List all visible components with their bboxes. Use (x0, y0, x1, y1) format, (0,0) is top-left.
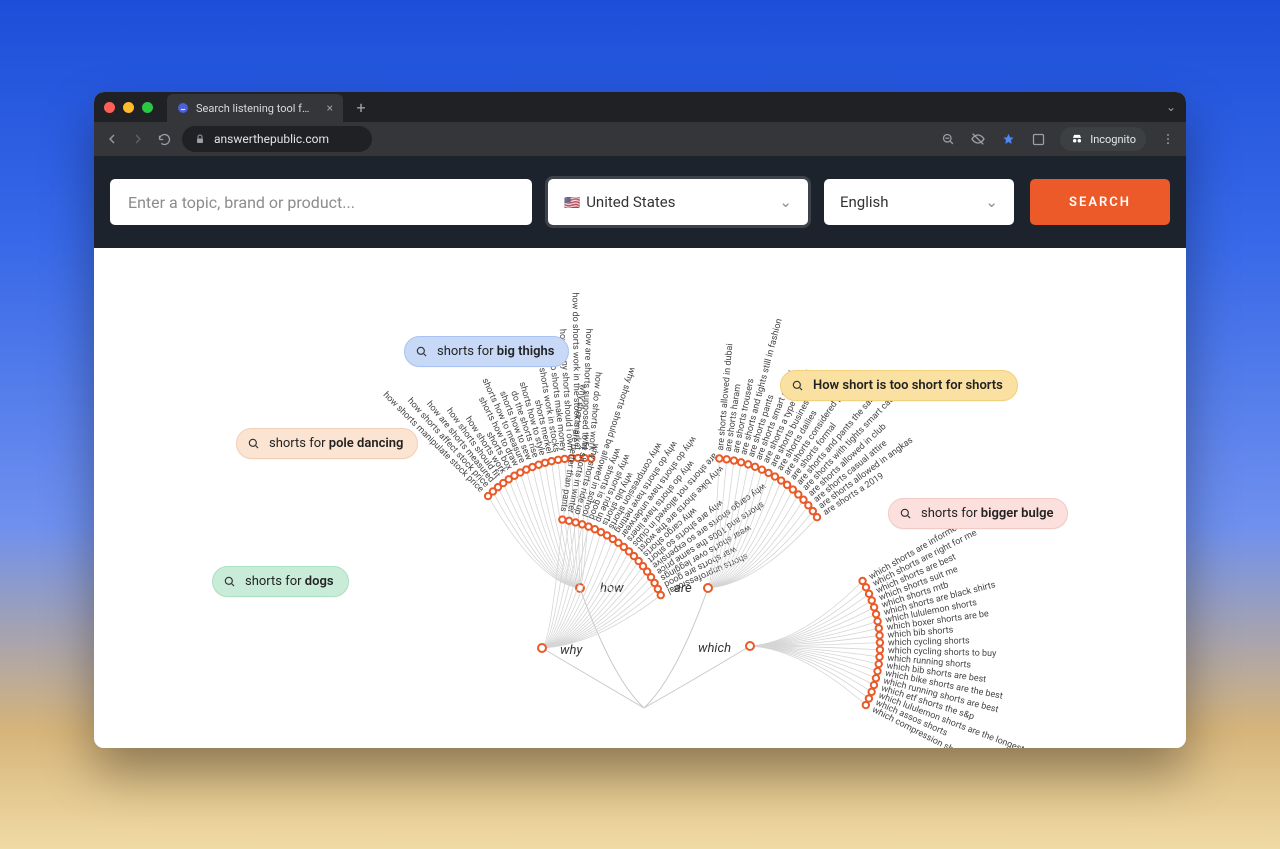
incognito-badge[interactable]: Incognito (1060, 127, 1146, 151)
bookmark-star-icon[interactable] (1000, 131, 1016, 147)
url-host: answerthepublic.com (214, 132, 329, 146)
svg-text:why: why (560, 643, 583, 658)
minimize-window-button[interactable] (123, 102, 134, 113)
callout-bigger-bulge[interactable]: shorts for bigger bulge (888, 498, 1068, 529)
topic-placeholder: Enter a topic, brand or product... (128, 193, 355, 212)
tabs-menu-icon[interactable]: ⌄ (1166, 100, 1176, 114)
maximize-window-button[interactable] (142, 102, 153, 113)
country-select[interactable]: 🇺🇸 United States ⌄ (548, 179, 808, 225)
tab-favicon (177, 102, 189, 114)
search-icon (791, 379, 805, 393)
search-icon (899, 507, 913, 521)
browser-window: Search listening tool for marke × + ⌄ an… (94, 92, 1186, 748)
incognito-icon (1070, 132, 1084, 146)
lock-icon (194, 133, 206, 145)
zoom-icon[interactable] (940, 131, 956, 147)
country-label: United States (586, 193, 675, 211)
callout-how-short[interactable]: How short is too short for shorts (780, 370, 1018, 401)
topic-input[interactable]: Enter a topic, brand or product... (110, 179, 532, 225)
search-icon (415, 345, 429, 359)
callout-dogs[interactable]: shorts for dogs (212, 566, 349, 597)
chevron-down-icon: ⌄ (985, 193, 998, 211)
close-window-button[interactable] (104, 102, 115, 113)
search-button[interactable]: SEARCH (1030, 179, 1170, 225)
svg-text:are: are (674, 581, 692, 596)
back-button[interactable] (104, 131, 120, 147)
address-bar[interactable]: answerthepublic.com (182, 126, 372, 152)
chevron-down-icon: ⌄ (779, 193, 792, 211)
search-icon (247, 437, 261, 451)
new-tab-button[interactable]: + (349, 95, 373, 119)
callout-big-thighs[interactable]: shorts for big thighs (404, 336, 569, 367)
language-label: English (840, 193, 889, 211)
incognito-label: Incognito (1090, 133, 1136, 146)
visualization-area: how shorts manipulate stock pricehow sho… (94, 248, 1186, 748)
flag-icon: 🇺🇸 (564, 196, 580, 211)
browser-tab[interactable]: Search listening tool for marke × (167, 94, 343, 122)
callout-pole-dancing[interactable]: shorts for pole dancing (236, 428, 418, 459)
close-tab-icon[interactable]: × (327, 101, 333, 115)
svg-text:which: which (698, 641, 731, 656)
forward-button[interactable] (130, 131, 146, 147)
kebab-menu-icon[interactable] (1160, 131, 1176, 147)
search-icon (223, 575, 237, 589)
titlebar: Search listening tool for marke × + ⌄ (94, 92, 1186, 122)
reload-button[interactable] (156, 131, 172, 147)
language-select[interactable]: English ⌄ (824, 179, 1014, 225)
svg-text:how: how (600, 581, 624, 596)
eye-off-icon[interactable] (970, 131, 986, 147)
tab-title: Search listening tool for marke (196, 102, 316, 115)
search-header: Enter a topic, brand or product... 🇺🇸 Uni… (94, 156, 1186, 248)
window-controls (104, 102, 153, 113)
browser-toolbar: answerthepublic.com Incognito (94, 122, 1186, 156)
extensions-icon[interactable] (1030, 131, 1046, 147)
